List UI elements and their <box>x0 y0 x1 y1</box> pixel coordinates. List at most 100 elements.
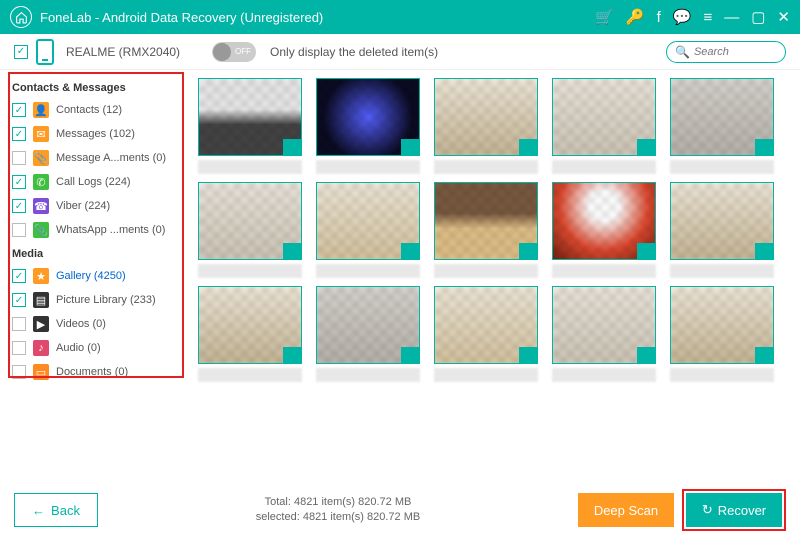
select-badge[interactable] <box>283 243 301 259</box>
search-input[interactable] <box>694 46 774 58</box>
select-badge[interactable] <box>637 347 655 363</box>
gallery-item[interactable] <box>434 286 538 382</box>
thumbnail[interactable] <box>434 286 538 364</box>
sidebar: Contacts & Messages ✓👤Contacts (12)✓✉Mes… <box>0 70 190 487</box>
gallery-item[interactable] <box>434 182 538 278</box>
select-badge[interactable] <box>755 347 773 363</box>
category-label: Contacts (12) <box>56 104 122 116</box>
category-label: Picture Library (233) <box>56 294 156 306</box>
select-badge[interactable] <box>519 243 537 259</box>
thumbnail[interactable] <box>552 182 656 260</box>
thumbnail[interactable] <box>552 78 656 156</box>
select-badge[interactable] <box>401 139 419 155</box>
thumbnail[interactable] <box>434 182 538 260</box>
select-badge[interactable] <box>401 347 419 363</box>
select-badge[interactable] <box>519 139 537 155</box>
thumbnail-caption <box>434 368 538 382</box>
feedback-icon[interactable]: 💬 <box>673 8 692 26</box>
recover-button[interactable]: ↻ Recover <box>686 493 782 527</box>
gallery-item[interactable] <box>552 286 656 382</box>
sidebar-item[interactable]: ✓▤Picture Library (233) <box>10 288 186 312</box>
gallery-item[interactable] <box>316 78 420 174</box>
thumbnail[interactable] <box>670 78 774 156</box>
thumbnail-caption <box>198 368 302 382</box>
recover-highlight: ↻ Recover <box>682 489 786 531</box>
group-media-title: Media <box>10 242 186 264</box>
category-checkbox[interactable] <box>12 365 26 379</box>
select-badge[interactable] <box>401 243 419 259</box>
thumbnail-caption <box>670 264 774 278</box>
gallery-item[interactable] <box>434 78 538 174</box>
sidebar-item[interactable]: ✓★Gallery (4250) <box>10 264 186 288</box>
gallery-item[interactable] <box>552 78 656 174</box>
gallery-item[interactable] <box>552 182 656 278</box>
select-badge[interactable] <box>519 347 537 363</box>
category-checkbox[interactable]: ✓ <box>12 269 26 283</box>
gallery-grid[interactable] <box>190 70 800 487</box>
maximize-icon[interactable]: ▢ <box>751 8 765 26</box>
search-box[interactable]: 🔍 <box>666 41 786 63</box>
category-label: Message A...ments (0) <box>56 152 166 164</box>
gallery-item[interactable] <box>198 78 302 174</box>
back-button[interactable]: ← Back <box>14 493 98 527</box>
sidebar-item[interactable]: ▭Documents (0) <box>10 360 186 384</box>
sidebar-item[interactable]: ✓☎Viber (224) <box>10 194 186 218</box>
only-deleted-toggle[interactable]: OFF <box>212 42 256 62</box>
thumbnail[interactable] <box>198 286 302 364</box>
thumbnail[interactable] <box>316 78 420 156</box>
category-checkbox[interactable]: ✓ <box>12 175 26 189</box>
category-checkbox[interactable]: ✓ <box>12 103 26 117</box>
thumbnail[interactable] <box>552 286 656 364</box>
only-deleted-label: Only display the deleted item(s) <box>270 45 438 59</box>
category-checkbox[interactable]: ✓ <box>12 199 26 213</box>
thumbnail[interactable] <box>670 286 774 364</box>
thumbnail[interactable] <box>670 182 774 260</box>
gallery-item[interactable] <box>198 286 302 382</box>
key-icon[interactable]: 🔑 <box>626 8 645 26</box>
category-label: Viber (224) <box>56 200 110 212</box>
cart-icon[interactable]: 🛒 <box>595 8 614 26</box>
sidebar-item[interactable]: 📎WhatsApp ...ments (0) <box>10 218 186 242</box>
thumbnail[interactable] <box>316 182 420 260</box>
thumbnail[interactable] <box>198 78 302 156</box>
close-icon[interactable]: ✕ <box>777 8 790 26</box>
sidebar-item[interactable]: ✓✆Call Logs (224) <box>10 170 186 194</box>
thumbnail[interactable] <box>434 78 538 156</box>
gallery-item[interactable] <box>316 286 420 382</box>
select-all-checkbox[interactable]: ✓ <box>14 45 28 59</box>
deep-scan-button[interactable]: Deep Scan <box>578 493 674 527</box>
content: Contacts & Messages ✓👤Contacts (12)✓✉Mes… <box>0 70 800 487</box>
gallery-item[interactable] <box>198 182 302 278</box>
category-checkbox[interactable]: ✓ <box>12 127 26 141</box>
thumbnail-caption <box>198 160 302 174</box>
gallery-item[interactable] <box>670 286 774 382</box>
select-badge[interactable] <box>637 139 655 155</box>
category-checkbox[interactable] <box>12 151 26 165</box>
category-label: Messages (102) <box>56 128 135 140</box>
sidebar-item[interactable]: ♪Audio (0) <box>10 336 186 360</box>
category-checkbox[interactable] <box>12 341 26 355</box>
select-badge[interactable] <box>755 243 773 259</box>
sidebar-item[interactable]: ▶Videos (0) <box>10 312 186 336</box>
category-icon: ✆ <box>33 174 49 190</box>
sidebar-item[interactable]: 📎Message A...ments (0) <box>10 146 186 170</box>
facebook-icon[interactable]: f <box>657 9 661 26</box>
thumbnail[interactable] <box>198 182 302 260</box>
group-contacts-title: Contacts & Messages <box>10 76 186 98</box>
gallery-item[interactable] <box>316 182 420 278</box>
category-checkbox[interactable]: ✓ <box>12 293 26 307</box>
category-checkbox[interactable] <box>12 223 26 237</box>
select-badge[interactable] <box>283 347 301 363</box>
gallery-item[interactable] <box>670 182 774 278</box>
sidebar-item[interactable]: ✓👤Contacts (12) <box>10 98 186 122</box>
thumbnail[interactable] <box>316 286 420 364</box>
menu-icon[interactable]: ≡ <box>703 9 712 26</box>
category-checkbox[interactable] <box>12 317 26 331</box>
sidebar-item[interactable]: ✓✉Messages (102) <box>10 122 186 146</box>
home-icon[interactable] <box>10 6 32 28</box>
select-badge[interactable] <box>755 139 773 155</box>
gallery-item[interactable] <box>670 78 774 174</box>
minimize-icon[interactable]: — <box>724 9 739 26</box>
select-badge[interactable] <box>637 243 655 259</box>
select-badge[interactable] <box>283 139 301 155</box>
